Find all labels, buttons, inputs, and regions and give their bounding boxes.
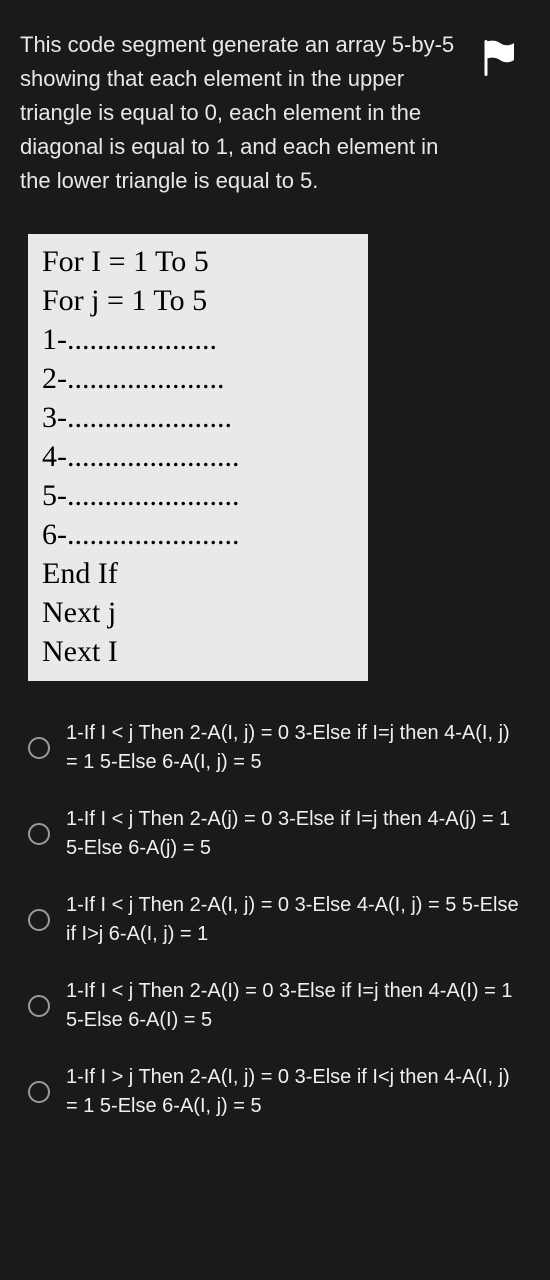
code-block: For I = 1 To 5 For j = 1 To 5 1-........… — [28, 234, 368, 681]
code-line: Next I — [42, 632, 354, 671]
code-line: Next j — [42, 593, 354, 632]
option-1[interactable]: 1-If I < j Then 2-A(I, j) = 0 3-Else if … — [20, 705, 530, 791]
option-3[interactable]: 1-If I < j Then 2-A(I, j) = 0 3-Else 4-A… — [20, 877, 530, 963]
code-line: 3-...................... — [42, 398, 354, 437]
radio-icon — [28, 823, 50, 845]
answer-options: 1-If I < j Then 2-A(I, j) = 0 3-Else if … — [20, 705, 530, 1135]
option-text: 1-If I < j Then 2-A(I, j) = 0 3-Else if … — [66, 719, 526, 777]
question-text: This code segment generate an array 5-by… — [20, 28, 466, 198]
code-line: For I = 1 To 5 — [42, 242, 354, 281]
option-text: 1-If I < j Then 2-A(j) = 0 3-Else if I=j… — [66, 805, 526, 863]
option-5[interactable]: 1-If I > j Then 2-A(I, j) = 0 3-Else if … — [20, 1049, 530, 1135]
code-line: 4-....................... — [42, 437, 354, 476]
option-4[interactable]: 1-If I < j Then 2-A(I) = 0 3-Else if I=j… — [20, 963, 530, 1049]
question-header: This code segment generate an array 5-by… — [20, 28, 530, 198]
radio-icon — [28, 909, 50, 931]
code-line: 2-..................... — [42, 359, 354, 398]
option-text: 1-If I > j Then 2-A(I, j) = 0 3-Else if … — [66, 1063, 526, 1121]
radio-icon — [28, 995, 50, 1017]
code-line: End If — [42, 554, 354, 593]
option-text: 1-If I < j Then 2-A(I) = 0 3-Else if I=j… — [66, 977, 526, 1035]
code-line: 6-....................... — [42, 515, 354, 554]
option-2[interactable]: 1-If I < j Then 2-A(j) = 0 3-Else if I=j… — [20, 791, 530, 877]
flag-icon[interactable] — [476, 34, 524, 82]
code-line: 5-....................... — [42, 476, 354, 515]
code-line: 1-.................... — [42, 320, 354, 359]
code-line: For j = 1 To 5 — [42, 281, 354, 320]
option-text: 1-If I < j Then 2-A(I, j) = 0 3-Else 4-A… — [66, 891, 526, 949]
radio-icon — [28, 1081, 50, 1103]
radio-icon — [28, 737, 50, 759]
